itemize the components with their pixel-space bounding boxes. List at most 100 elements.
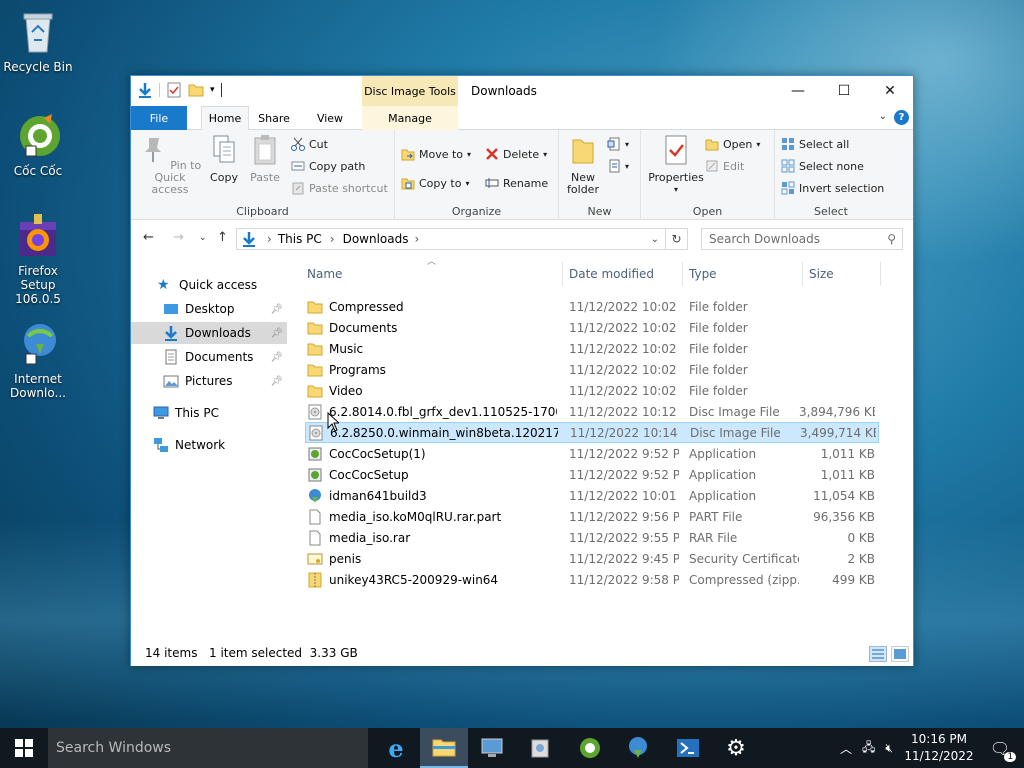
file-row[interactable]: 6.2.8014.0.fbl_grfx_dev1.110525-1700_am.…: [305, 401, 879, 422]
file-row[interactable]: unikey43RC5-200929-win64 11/12/2022 9:58 …: [305, 569, 879, 590]
show-hidden-icons-icon[interactable]: ︿: [840, 740, 852, 757]
nav-network[interactable]: Network: [131, 434, 287, 456]
up-arrow-icon[interactable]: ↑: [217, 230, 228, 245]
tab-manage[interactable]: Manage: [362, 106, 458, 130]
file-name: CocCocSetup: [329, 467, 409, 482]
minimize-button[interactable]: —: [775, 76, 821, 106]
action-center-button[interactable]: 🗨︎ 1: [976, 728, 1024, 768]
downloads-location-icon: [243, 232, 255, 247]
download-arrow-icon[interactable]: [137, 82, 153, 98]
taskbar-clock[interactable]: 10:16 PM 11/12/2022: [904, 731, 974, 765]
file-icon: [309, 530, 321, 545]
file-row[interactable]: Programs 11/12/2022 10:02 ... File folder: [305, 359, 879, 380]
gear-icon: ⚙: [726, 735, 746, 761]
qat-dropdown-icon[interactable]: ▾: [210, 85, 215, 95]
back-arrow-icon[interactable]: ←: [143, 230, 154, 245]
details-view-button[interactable]: [869, 646, 887, 662]
column-header-size[interactable]: Size: [803, 262, 881, 286]
taskbar-search-input[interactable]: Search Windows: [48, 728, 368, 768]
taskbar-disk-tool[interactable]: [516, 728, 564, 768]
close-button[interactable]: ✕: [867, 76, 913, 106]
file-row[interactable]: CocCocSetup(1) 11/12/2022 9:52 PM Applicat…: [305, 443, 879, 464]
tab-view[interactable]: View: [312, 106, 348, 130]
column-header-name[interactable]: Name: [301, 262, 563, 286]
file-row[interactable]: CocCocSetup 11/12/2022 9:52 PM Application…: [305, 464, 879, 485]
file-row[interactable]: Documents 11/12/2022 10:02 ... File folder: [305, 317, 879, 338]
column-header-date[interactable]: Date modified: [563, 262, 683, 286]
volume-muted-icon[interactable]: 🔇︎: [885, 741, 893, 756]
desktop-icon-idm[interactable]: Internet Downlo...: [0, 320, 76, 400]
collapse-ribbon-icon[interactable]: ⌄: [879, 111, 887, 122]
file-row[interactable]: media_iso.koM0qlRU.rar.part 11/12/2022 9:…: [305, 506, 879, 527]
select-all-button[interactable]: Select all: [781, 134, 849, 154]
file-date-cell: 11/12/2022 9:52 PM: [569, 467, 679, 482]
tab-home[interactable]: Home: [201, 106, 249, 131]
desktop-icon-recycle-bin[interactable]: Recycle Bin: [0, 8, 76, 74]
nav-quick-access[interactable]: ★ Quick access: [131, 274, 287, 296]
file-row[interactable]: penis 11/12/2022 9:45 PM Security Certific…: [305, 548, 879, 569]
title-bar[interactable]: ▾ Disc Image Tools Downloads — ☐ ✕: [131, 76, 913, 106]
search-input[interactable]: Search Downloads ⚲: [701, 228, 903, 250]
nav-desktop[interactable]: Desktop 📌︎: [131, 298, 287, 320]
file-row[interactable]: Music 11/12/2022 10:02 ... File folder: [305, 338, 879, 359]
move-to-button[interactable]: Move to ▾: [401, 144, 471, 164]
network-status-icon[interactable]: 🖧︎: [862, 738, 875, 759]
paste-button[interactable]: Paste: [245, 134, 285, 184]
tab-share[interactable]: Share: [257, 106, 291, 130]
copy-button[interactable]: Copy: [205, 134, 243, 184]
new-folder-icon[interactable]: [188, 82, 204, 98]
properties-check-icon[interactable]: [166, 82, 182, 98]
new-folder-label: New folder: [567, 171, 599, 196]
file-row[interactable]: Video 11/12/2022 10:02 ... File folder: [305, 380, 879, 401]
breadcrumb-downloads[interactable]: Downloads: [343, 232, 409, 246]
nav-pictures[interactable]: Pictures 📌︎: [131, 370, 287, 392]
select-none-button[interactable]: Select none: [781, 156, 864, 176]
address-bar[interactable]: › This PC › Downloads › ⌄: [236, 228, 666, 250]
pin-to-quick-access-button[interactable]: Pin to Quick access: [137, 134, 203, 196]
breadcrumb-this-pc[interactable]: This PC: [278, 232, 322, 246]
forward-arrow-icon[interactable]: →: [173, 230, 184, 245]
help-icon[interactable]: ?: [894, 110, 909, 125]
cut-button[interactable]: Cut: [291, 134, 328, 154]
edit-button[interactable]: Edit: [705, 156, 744, 176]
file-row[interactable]: Compressed 11/12/2022 10:02 ... File folde…: [305, 296, 879, 317]
taskbar-powershell[interactable]: [664, 728, 712, 768]
copy-path-button[interactable]: Copy path: [291, 156, 365, 176]
file-row[interactable]: media_iso.rar 11/12/2022 9:55 PM RAR File 0…: [305, 527, 879, 548]
easy-access-button[interactable]: ▾: [607, 156, 629, 176]
column-header-type[interactable]: Type: [683, 262, 803, 286]
file-row[interactable]: 6.2.8250.0.winmain_win8beta.120217-152..…: [305, 422, 879, 443]
file-list: ︿ Name Date modified Type Size Compresse…: [301, 256, 913, 636]
delete-button[interactable]: Delete ▾: [485, 144, 547, 164]
paste-shortcut-button[interactable]: Paste shortcut: [291, 178, 388, 198]
invert-selection-button[interactable]: Invert selection: [781, 178, 884, 198]
start-button[interactable]: [0, 728, 48, 768]
rename-button[interactable]: Rename: [485, 173, 548, 193]
maximize-button[interactable]: ☐: [821, 76, 867, 106]
copy-to-button[interactable]: Copy to ▾: [401, 173, 469, 193]
taskbar-settings[interactable]: ⚙: [712, 728, 760, 768]
explorer-window[interactable]: ▾ Disc Image Tools Downloads — ☐ ✕ File …: [130, 75, 914, 666]
coccoc-icon: [14, 112, 62, 160]
taskbar-idm[interactable]: [614, 728, 662, 768]
refresh-button[interactable]: ↻: [666, 228, 688, 250]
desktop-icon-coccoc[interactable]: Cốc Cốc: [0, 112, 76, 178]
nav-documents[interactable]: Documents 📌︎: [131, 346, 287, 368]
properties-button[interactable]: Properties ▾: [645, 134, 707, 196]
taskbar-internet-explorer[interactable]: e: [372, 728, 420, 768]
tab-file[interactable]: File: [131, 106, 187, 130]
nav-downloads[interactable]: Downloads 📌︎: [131, 322, 287, 344]
new-folder-button[interactable]: New folder: [563, 134, 603, 196]
large-icons-view-button[interactable]: [891, 646, 909, 662]
file-row[interactable]: idman641build3 11/12/2022 10:01 ... Applic…: [305, 485, 879, 506]
address-dropdown-icon[interactable]: ⌄: [651, 234, 659, 245]
copy-icon: [213, 135, 235, 163]
taskbar-coccoc[interactable]: [566, 728, 614, 768]
taskbar-file-explorer[interactable]: [420, 728, 468, 768]
desktop-icon-firefox-setup[interactable]: Firefox Setup 106.0.5: [0, 212, 76, 306]
taskbar-server-manager[interactable]: [468, 728, 516, 768]
recent-locations-icon[interactable]: ⌄: [199, 233, 207, 243]
new-item-button[interactable]: ▾: [607, 134, 629, 154]
nav-this-pc[interactable]: This PC: [131, 402, 287, 424]
open-button[interactable]: Open ▾: [705, 134, 760, 154]
